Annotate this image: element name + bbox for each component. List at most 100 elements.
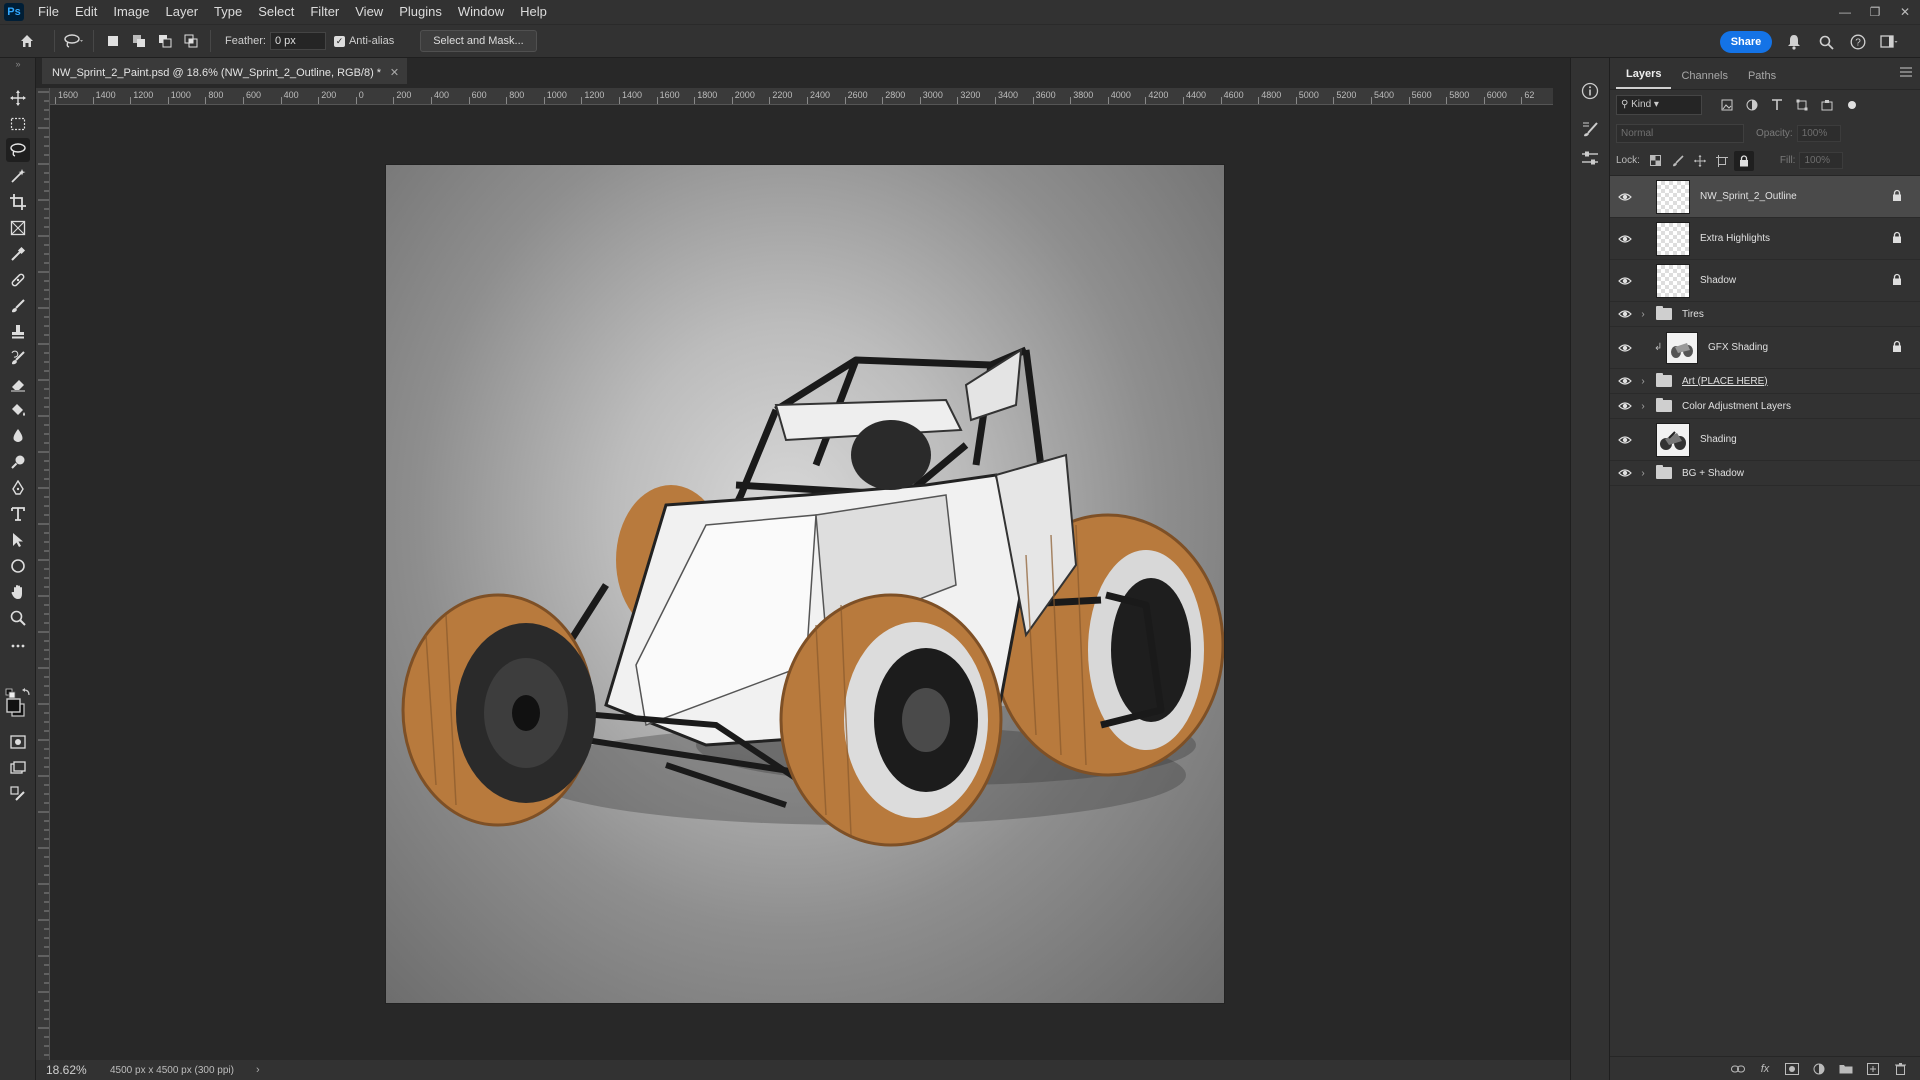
ellipse-tool-icon[interactable] <box>6 554 30 578</box>
tab-channels[interactable]: Channels <box>1671 70 1737 89</box>
chevron-right-icon[interactable]: › <box>1636 309 1650 320</box>
layer-group-row[interactable]: › Color Adjustment Layers <box>1610 394 1920 419</box>
screen-mode-icon[interactable] <box>6 756 30 780</box>
collapse-toolbar-icon[interactable]: » <box>6 59 30 69</box>
layer-row[interactable]: Shading <box>1610 419 1920 461</box>
dodge-tool-icon[interactable] <box>6 450 30 474</box>
workspace-icon[interactable] <box>1878 31 1900 53</box>
layer-row[interactable]: Extra Highlights <box>1610 218 1920 260</box>
ruler-horizontal[interactable]: 1600 1400 1200 1000 800 600 400 200 0 200 400 600 80… <box>50 88 1553 105</box>
move-tool-icon[interactable] <box>6 86 30 110</box>
blur-tool-icon[interactable] <box>6 424 30 448</box>
menu-layer[interactable]: Layer <box>158 0 207 24</box>
brush-settings-icon[interactable] <box>1581 120 1599 141</box>
chevron-right-icon[interactable]: › <box>1636 468 1650 479</box>
eye-icon[interactable] <box>1614 234 1636 244</box>
info-icon[interactable] <box>1581 82 1599 103</box>
eye-icon[interactable] <box>1614 376 1636 386</box>
link-layers-icon[interactable] <box>1726 1059 1750 1079</box>
paint-bucket-tool-icon[interactable] <box>6 398 30 422</box>
ruler-vertical[interactable] <box>36 88 50 1060</box>
antialias-checkbox[interactable]: ✓ <box>333 35 345 47</box>
crop-tool-icon[interactable] <box>6 190 30 214</box>
quick-mask-icon[interactable] <box>6 730 30 754</box>
new-adjustment-layer-icon[interactable] <box>1807 1059 1831 1079</box>
clone-stamp-tool-icon[interactable] <box>6 320 30 344</box>
edit-toolbar-icon[interactable] <box>6 782 30 806</box>
document-tab[interactable]: NW_Sprint_2_Paint.psd @ 18.6% (NW_Sprint… <box>42 58 408 86</box>
opacity-field[interactable]: 100% <box>1796 124 1841 142</box>
home-icon[interactable] <box>14 28 40 54</box>
select-and-mask-button[interactable]: Select and Mask... <box>420 30 537 52</box>
delete-layer-icon[interactable] <box>1888 1059 1912 1079</box>
lock-transparent-icon[interactable] <box>1646 151 1666 171</box>
magic-wand-tool-icon[interactable] <box>6 164 30 188</box>
document-canvas[interactable] <box>386 165 1224 1003</box>
menu-file[interactable]: File <box>30 0 67 24</box>
layer-group-row[interactable]: › Art (PLACE HERE) <box>1610 369 1920 394</box>
close-tab-icon[interactable]: ✕ <box>390 60 399 86</box>
layer-row[interactable]: NW_Sprint_2_Outline <box>1610 176 1920 218</box>
layer-row[interactable]: ↲ GFX Shading <box>1610 327 1920 369</box>
chevron-right-icon[interactable]: › <box>1636 401 1650 412</box>
add-mask-icon[interactable] <box>1780 1059 1804 1079</box>
lock-artboard-icon[interactable] <box>1712 151 1732 171</box>
layer-row[interactable]: Shadow <box>1610 260 1920 302</box>
subtract-selection-icon[interactable] <box>152 28 178 54</box>
menu-select[interactable]: Select <box>250 0 302 24</box>
healing-brush-tool-icon[interactable] <box>6 268 30 292</box>
history-brush-tool-icon[interactable] <box>6 346 30 370</box>
menu-type[interactable]: Type <box>206 0 250 24</box>
chevron-right-icon[interactable]: › <box>1636 376 1650 387</box>
new-group-icon[interactable] <box>1834 1059 1858 1079</box>
lasso-preset-icon[interactable] <box>61 28 87 54</box>
marquee-tool-icon[interactable] <box>6 112 30 136</box>
menu-view[interactable]: View <box>347 0 391 24</box>
eraser-tool-icon[interactable] <box>6 372 30 396</box>
search-icon[interactable] <box>1815 31 1837 53</box>
brush-tool-icon[interactable] <box>6 294 30 318</box>
fx-icon[interactable]: fx <box>1753 1059 1777 1079</box>
restore-icon[interactable]: ❐ <box>1860 0 1890 24</box>
tab-layers[interactable]: Layers <box>1616 68 1672 89</box>
lock-position-icon[interactable] <box>1690 151 1710 171</box>
tab-paths[interactable]: Paths <box>1738 70 1786 89</box>
more-tools-icon[interactable] <box>6 634 30 658</box>
panel-menu-icon[interactable] <box>1900 66 1912 80</box>
pen-tool-icon[interactable] <box>6 476 30 500</box>
menu-filter[interactable]: Filter <box>302 0 347 24</box>
eye-icon[interactable] <box>1614 192 1636 202</box>
intersect-selection-icon[interactable] <box>178 28 204 54</box>
help-icon[interactable]: ? <box>1847 31 1869 53</box>
eye-icon[interactable] <box>1614 401 1636 411</box>
layer-group-row[interactable]: › Tires <box>1610 302 1920 327</box>
new-layer-icon[interactable] <box>1861 1059 1885 1079</box>
smart-object-filter-icon[interactable] <box>1816 95 1838 115</box>
adjustment-filter-icon[interactable] <box>1741 95 1763 115</box>
menu-plugins[interactable]: Plugins <box>391 0 450 24</box>
pixel-filter-icon[interactable] <box>1716 95 1738 115</box>
minimize-icon[interactable]: — <box>1830 0 1860 24</box>
blend-mode-select[interactable]: Normal <box>1616 123 1744 143</box>
kind-filter-select[interactable]: ⚲ Kind ▾ <box>1616 95 1702 115</box>
menu-help[interactable]: Help <box>512 0 555 24</box>
feather-input[interactable] <box>269 32 326 50</box>
menu-window[interactable]: Window <box>450 0 512 24</box>
share-button[interactable]: Share <box>1720 31 1772 53</box>
zoom-tool-icon[interactable] <box>6 606 30 630</box>
fill-field[interactable]: 100% <box>1799 152 1844 169</box>
eye-icon[interactable] <box>1614 343 1636 353</box>
zoom-level[interactable]: 18.62% <box>46 1063 104 1077</box>
adjustments-icon[interactable] <box>1581 150 1599 169</box>
canvas-area[interactable] <box>50 105 1553 1060</box>
chevron-right-icon[interactable]: › <box>256 1064 260 1076</box>
bell-icon[interactable] <box>1783 31 1805 53</box>
type-filter-icon[interactable] <box>1766 95 1788 115</box>
frame-tool-icon[interactable] <box>6 216 30 240</box>
lock-pixels-icon[interactable] <box>1668 151 1688 171</box>
layer-group-row[interactable]: › BG + Shadow <box>1610 461 1920 486</box>
eye-icon[interactable] <box>1614 276 1636 286</box>
path-selection-tool-icon[interactable] <box>6 528 30 552</box>
menu-edit[interactable]: Edit <box>67 0 105 24</box>
add-selection-icon[interactable] <box>126 28 152 54</box>
